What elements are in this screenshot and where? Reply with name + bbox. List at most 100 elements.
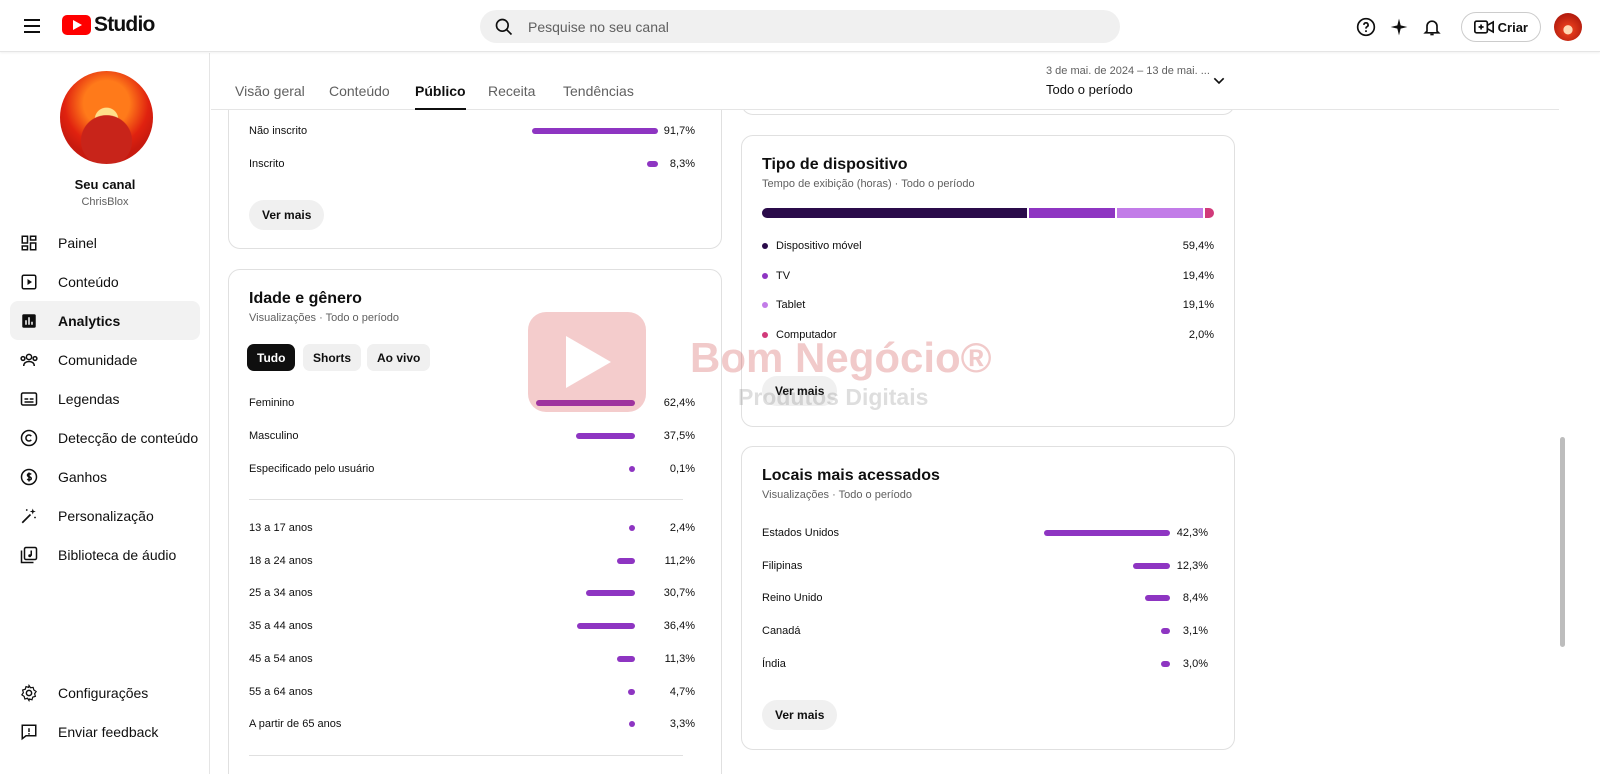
create-button[interactable]: Criar — [1460, 12, 1541, 42]
scrollbar[interactable] — [1560, 437, 1565, 647]
age-value: 11,3% — [664, 652, 695, 665]
filter-chip-shorts[interactable]: Shorts — [303, 344, 362, 371]
sidebar-item-dashboard[interactable]: Painel — [10, 223, 200, 262]
sidebar-item-customization[interactable]: Personalização — [10, 496, 200, 535]
filter-chip-tudo[interactable]: Tudo — [247, 344, 296, 371]
tab-conteúdo[interactable]: Conteúdo — [329, 83, 390, 99]
location-row: Reino Unido 8,4% — [762, 588, 1208, 608]
device-label: Dispositivo móvel — [776, 240, 862, 252]
analytics-icon — [19, 311, 39, 331]
device-row: Computador 2,0% — [762, 325, 1214, 345]
sidebar-item-label: Detecção de conteúdo — [58, 429, 199, 446]
legend-dot — [762, 331, 768, 338]
filter-chip-ao-vivo[interactable]: Ao vivo — [367, 344, 431, 371]
sidebar-item-label: Biblioteca de áudio — [58, 546, 177, 563]
sidebar-item-analytics[interactable]: Analytics — [10, 301, 200, 340]
tabs-bar: Visão geral Conteúdo Público Receita Tendênc… — [211, 53, 1559, 110]
audio-library-icon — [19, 545, 39, 565]
gender-label: Especificado pelo usuário — [249, 463, 375, 475]
age-value: 4,7% — [669, 685, 695, 698]
sidebar-item-label: Personalização — [58, 507, 154, 524]
age-label: 55 a 64 anos — [249, 685, 313, 698]
gender-row: Masculino 37,5% — [249, 426, 695, 446]
sidebar-item-subtitles[interactable]: Legendas — [10, 379, 200, 418]
subscribers-see-more-button[interactable]: Ver mais — [249, 200, 325, 230]
chevron-down-icon[interactable] — [1211, 73, 1227, 89]
location-label: Índia — [762, 657, 786, 670]
location-row: Canadá 3,1% — [762, 621, 1208, 641]
settings-icon — [19, 683, 39, 703]
location-bar — [1145, 595, 1170, 602]
sidebar-item-earn[interactable]: Ganhos — [10, 457, 200, 496]
menu-icon[interactable] — [20, 15, 44, 37]
age-value: 36,4% — [663, 620, 695, 633]
period-range: 3 de mai. de 2024 – 13 de mai. ... — [1046, 65, 1210, 77]
sparkle-icon[interactable] — [1387, 15, 1411, 39]
sidebar: Seu canal ChrisBlox Painel Conteúdo Analyt… — [0, 53, 210, 774]
gender-row: Especificado pelo usuário 0,1% — [249, 459, 695, 479]
age-row: A partir de 65 anos 3,3% — [249, 714, 695, 734]
location-value: 8,4% — [1182, 592, 1208, 605]
gender-value: 0,1% — [669, 463, 695, 475]
age-bar — [586, 590, 635, 597]
main-content: Visão geral Conteúdo Público Receita Tendênc… — [211, 53, 1600, 774]
customization-icon — [19, 506, 39, 526]
subscriber-bar — [532, 128, 658, 134]
locations-see-more-button[interactable]: Ver mais — [762, 700, 838, 730]
sidebar-item-label: Comunidade — [58, 351, 138, 368]
sidebar-item-label: Analytics — [58, 312, 121, 329]
video-add-icon — [1473, 20, 1494, 34]
subscriber-bar — [646, 161, 658, 167]
age-gender-subtitle: Visualizações · Todo o período — [249, 312, 400, 324]
help-icon[interactable] — [1354, 15, 1378, 39]
gender-bar — [575, 433, 635, 439]
subtitles-icon — [19, 389, 39, 409]
age-label: A partir de 65 anos — [249, 718, 342, 731]
tab-visão-geral[interactable]: Visão geral — [235, 83, 305, 99]
account-avatar[interactable] — [1554, 13, 1582, 41]
community-icon — [19, 350, 39, 370]
device-row: Dispositivo móvel 59,4% — [762, 236, 1214, 256]
tab-receita[interactable]: Receita — [488, 83, 535, 99]
age-row: 13 a 17 anos 2,4% — [249, 518, 695, 538]
period-label: Todo o período — [1046, 82, 1133, 97]
sidebar-item-copyright[interactable]: Detecção de conteúdo — [10, 418, 200, 457]
gender-row: Feminino 62,4% — [249, 393, 695, 413]
notifications-icon[interactable] — [1420, 15, 1444, 39]
age-row: 25 a 34 anos 30,7% — [249, 583, 695, 603]
sidebar-item-audio-library[interactable]: Biblioteca de áudio — [10, 535, 200, 574]
studio-logo[interactable]: Studio — [62, 13, 155, 37]
location-row: Índia 3,0% — [762, 654, 1208, 674]
age-value: 11,2% — [664, 554, 695, 567]
tab-público[interactable]: Público — [415, 83, 466, 110]
sidebar-item-community[interactable]: Comunidade — [10, 340, 200, 379]
locations-card: Locais mais acessados Visualizações · To… — [741, 446, 1235, 750]
search-bar[interactable] — [480, 10, 1120, 43]
location-label: Estados Unidos — [762, 527, 840, 539]
tab-tendências[interactable]: Tendências — [563, 83, 634, 99]
age-label: 18 a 24 anos — [249, 554, 313, 567]
device-type-card: Tipo de dispositivo Tempo de exibição (h… — [741, 135, 1235, 427]
channel-avatar[interactable] — [60, 71, 153, 164]
divider — [249, 755, 683, 756]
age-label: 45 a 54 anos — [249, 652, 313, 665]
location-label: Filipinas — [762, 559, 803, 572]
location-row: Filipinas 12,3% — [762, 556, 1208, 576]
search-input[interactable] — [528, 18, 1068, 35]
device-see-more-button[interactable]: Ver mais — [762, 376, 838, 406]
age-bar — [629, 525, 635, 531]
sidebar-item-feedback[interactable]: Enviar feedback — [10, 712, 200, 751]
age-bar — [617, 557, 635, 564]
age-value: 3,3% — [669, 718, 695, 731]
sidebar-item-settings[interactable]: Configurações — [10, 673, 200, 712]
locations-subtitle: Visualizações · Todo o período — [762, 489, 913, 501]
location-label: Reino Unido — [762, 592, 823, 605]
locations-title: Locais mais acessados — [762, 467, 940, 484]
device-subtitle: Tempo de exibição (horas) · Todo o perío… — [762, 178, 975, 190]
age-row: 35 a 44 anos 36,4% — [249, 616, 695, 636]
age-bar — [629, 721, 635, 728]
sidebar-item-content[interactable]: Conteúdo — [10, 262, 200, 301]
sidebar-nav: Painel Conteúdo Analytics Comunidade Legenda… — [10, 223, 200, 574]
device-label: Tablet — [776, 299, 806, 311]
period-selector[interactable]: 3 de mai. de 2024 – 13 de mai. ... Todo … — [1046, 65, 1236, 97]
